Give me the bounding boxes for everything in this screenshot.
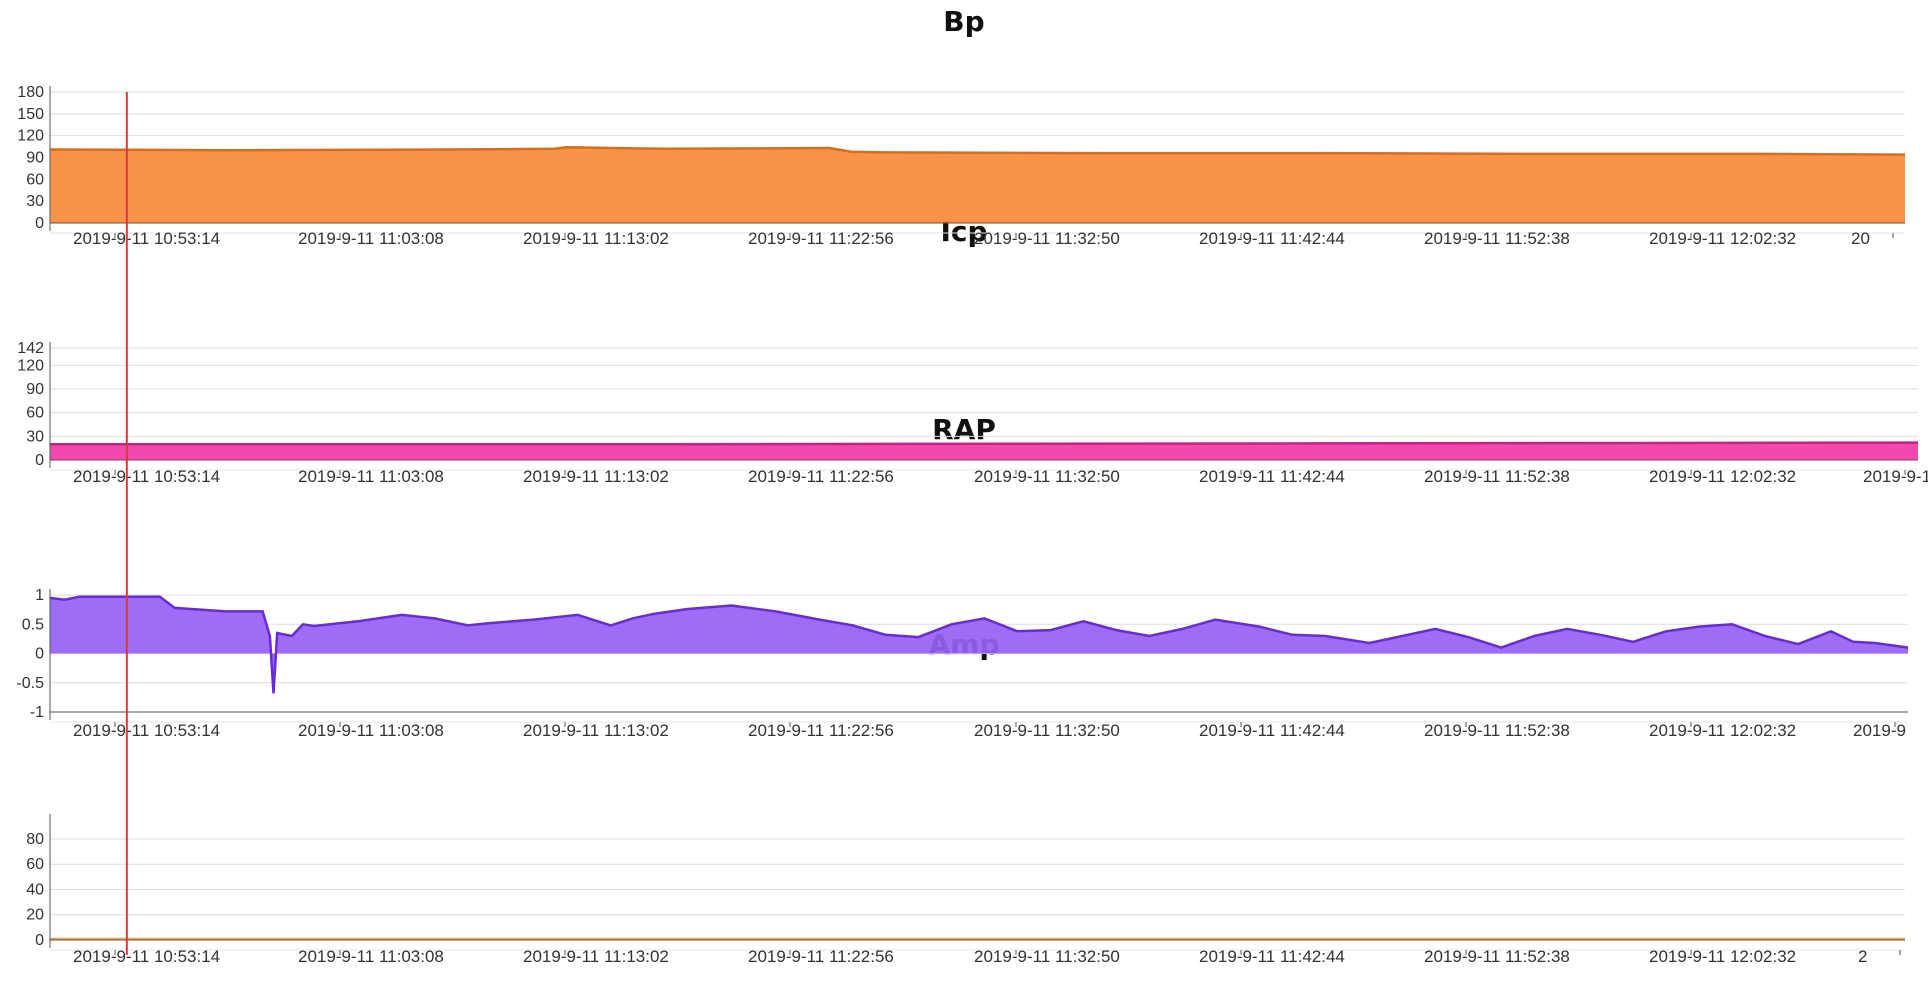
bp-x-tick-label: 20 xyxy=(1851,229,1870,248)
icp-series-line xyxy=(50,441,1919,446)
icp-y-tick-label: 60 xyxy=(26,405,44,422)
icp-y-tick-label: 90 xyxy=(26,381,44,398)
amp-x-tick-label: 2019-9-11 11:22:56 xyxy=(748,947,894,966)
bp-x-tick-label: 2019-9-11 10:53:14 xyxy=(73,229,220,248)
amp-x-tick-label: 2019-9-11 11:52:38 xyxy=(1424,947,1570,966)
icp-x-tick-label: 2019-9-11 12:02:32 xyxy=(1649,467,1796,486)
rap-y-tick-label: -1 xyxy=(30,704,44,721)
icp-x-tick-label: 2019-9-11 11:03:08 xyxy=(298,467,444,486)
rap-x-tick-label: 2019-9-11 11:32:50 xyxy=(974,721,1120,740)
rap-x-tick-label: 2019-9-11 10:53:14 xyxy=(73,721,220,740)
rap-x-tick-label: 2019-9-11 12:02:32 xyxy=(1649,721,1796,740)
amp-y-tick-label: 80 xyxy=(26,831,44,848)
icp-x-tick-label: 2019-9-11 11:22:56 xyxy=(748,467,894,486)
bp-x-tick-label: 2019-9-11 11:52:38 xyxy=(1424,229,1570,248)
bp-y-tick-label: 120 xyxy=(17,128,44,145)
bp-x-tick-label: 2019-9-11 11:32:50 xyxy=(974,229,1120,248)
bp-y-tick-label: 30 xyxy=(26,193,44,210)
rap-x-tick-label: 2019-9-11 11:22:56 xyxy=(748,721,894,740)
icp-y-tick-label: 120 xyxy=(17,357,44,374)
rap-series-area xyxy=(50,596,1908,694)
rap-x-tick-label: 2019-9 xyxy=(1853,721,1906,740)
bp-x-tick-label: 2019-9-11 11:42:44 xyxy=(1199,229,1345,248)
icp-x-tick-label: 2019-9-11 11:42:44 xyxy=(1199,467,1345,486)
bp-series-area xyxy=(50,147,1905,223)
amp-x-tick-label: 2019-9-11 12:02:32 xyxy=(1649,947,1796,966)
icp-x-tick-label: 2019-9-11 11:13:02 xyxy=(523,467,669,486)
rap-x-tick-label: 2019-9-11 11:52:38 xyxy=(1424,721,1570,740)
rap-x-tick-label: 2019-9-11 11:03:08 xyxy=(298,721,444,740)
bp-x-tick-label: 2019-9-11 11:13:02 xyxy=(523,229,669,248)
bp-y-tick-label: 180 xyxy=(17,84,44,101)
amp-x-tick-label: 2 xyxy=(1858,947,1867,966)
amp-x-tick-label: 2019-9-11 11:42:44 xyxy=(1199,947,1345,966)
icp-x-tick-label: 2019-9-11 10:53:14 xyxy=(73,467,220,486)
bp-y-tick-label: 60 xyxy=(26,171,44,188)
bp-x-tick-label: 2019-9-11 11:03:08 xyxy=(298,229,444,248)
bp-x-tick-label: 2019-9-11 11:22:56 xyxy=(748,229,894,248)
amp-x-tick-label: 2019-9-11 11:13:02 xyxy=(523,947,669,966)
icp-x-tick-label: 2019-9-11 11:52:38 xyxy=(1424,467,1570,486)
icp-x-tick-label: 2019-9-11 11:32:50 xyxy=(974,467,1120,486)
amp-x-tick-label: 2019-9-11 10:53:14 xyxy=(73,947,220,966)
amp-y-tick-label: 40 xyxy=(26,881,44,898)
icp-y-tick-label: 142 xyxy=(17,340,44,357)
amp-x-tick-label: 2019-9-11 11:32:50 xyxy=(974,947,1120,966)
amp-y-tick-label: 0 xyxy=(35,932,44,949)
icp-y-tick-label: 30 xyxy=(26,428,44,445)
charts-canvas: 03060901201501802019-9-11 10:53:14 2019-9… xyxy=(16,84,1928,966)
icp-y-tick-label: 0 xyxy=(35,452,44,469)
rap-x-tick-label: 2019-9-11 11:42:44 xyxy=(1199,721,1345,740)
amp-x-tick-label: 2019-9-11 11:03:08 xyxy=(298,947,444,966)
bp-x-tick-label: 2019-9-11 12:02:32 xyxy=(1649,229,1796,248)
amp-y-tick-label: 20 xyxy=(26,907,44,924)
amp-y-tick-label: 60 xyxy=(26,856,44,873)
monitoring-dashboard: Bp Icp RAP Amp 03060901201501802019-9-11… xyxy=(0,0,1928,987)
rap-y-tick-label: 0 xyxy=(35,646,44,663)
bp-y-tick-label: 150 xyxy=(17,106,44,123)
rap-y-tick-label: 1 xyxy=(35,587,44,604)
bp-y-tick-label: 0 xyxy=(35,215,44,232)
rap-y-tick-label: 0.5 xyxy=(22,616,44,633)
bp-y-tick-label: 90 xyxy=(26,150,44,167)
icp-x-tick-label: 2019-9-11 xyxy=(1863,467,1928,486)
rap-y-tick-label: -0.5 xyxy=(16,675,44,692)
rap-x-tick-label: 2019-9-11 11:13:02 xyxy=(523,721,669,740)
